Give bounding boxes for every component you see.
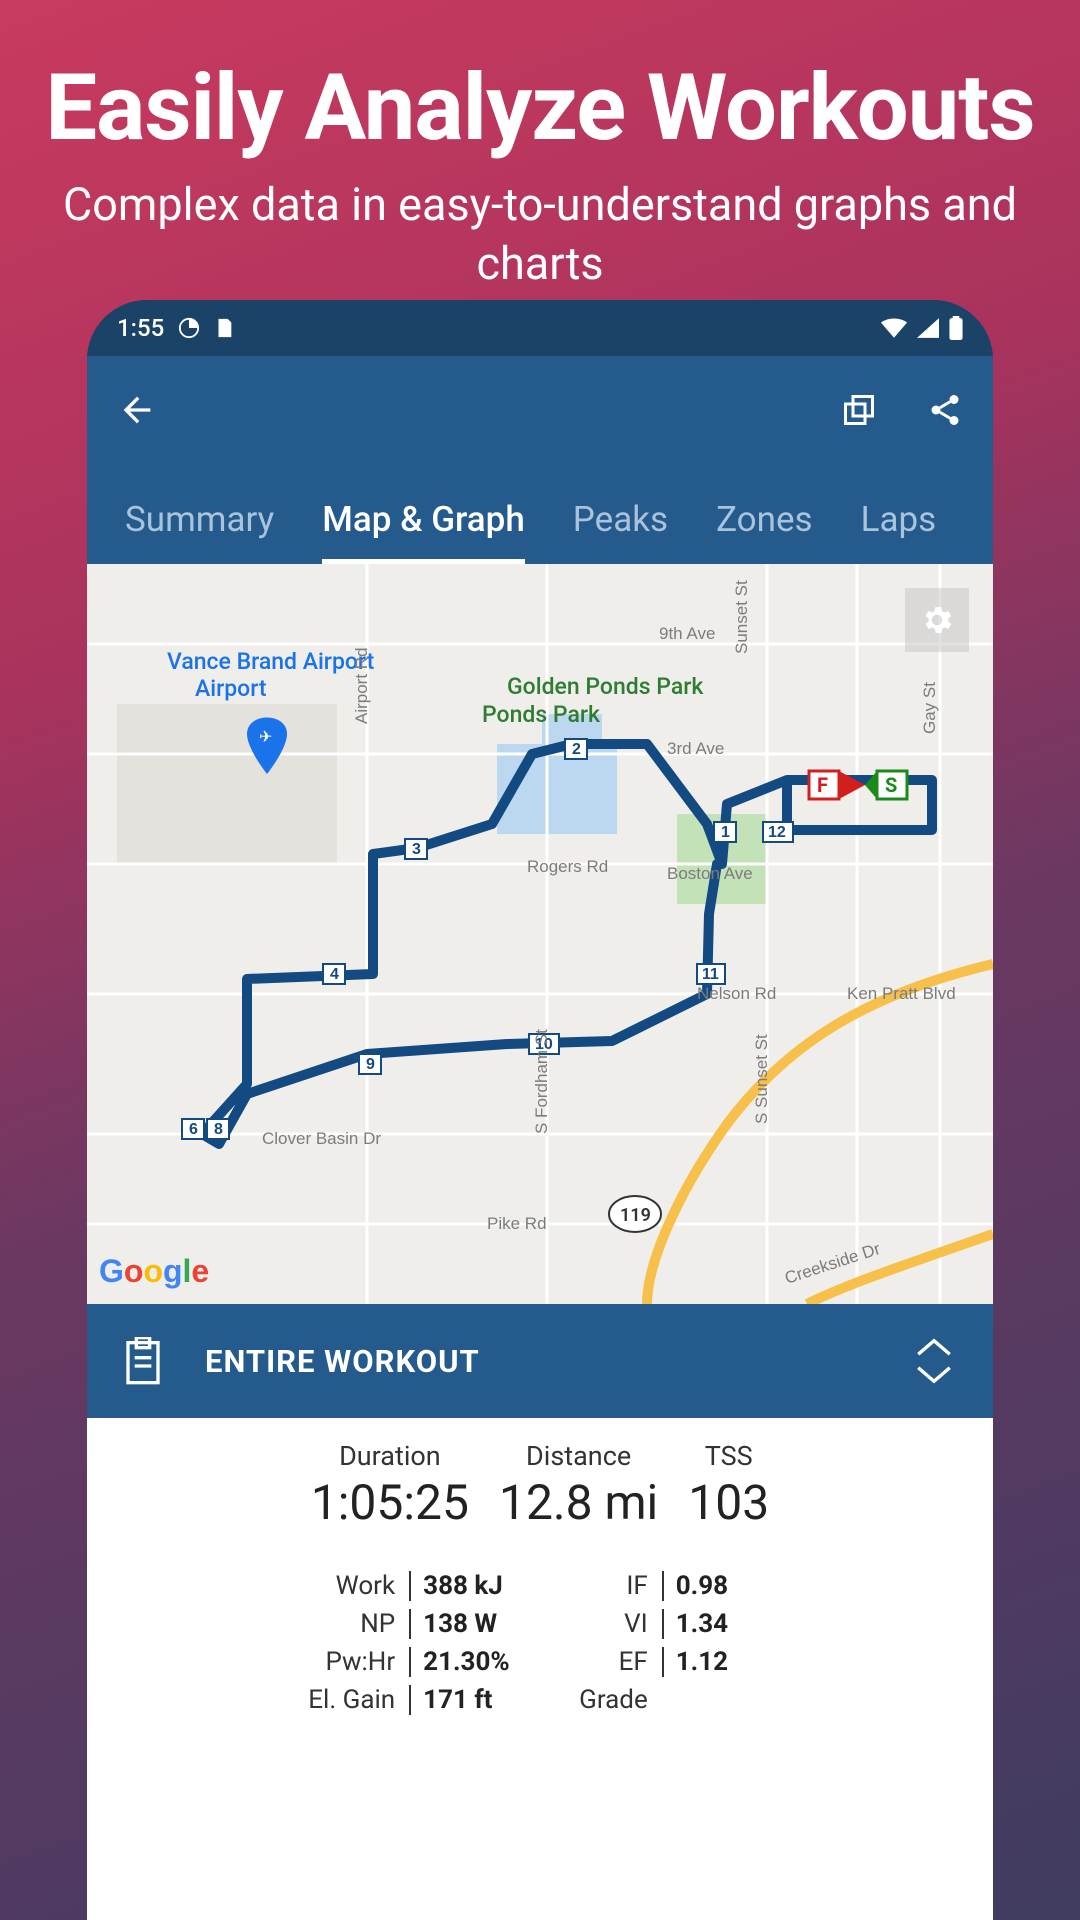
expand-toggle-icon[interactable] <box>911 1334 957 1388</box>
waypoint-4: 4 <box>330 966 339 983</box>
svg-text:Ken Pratt Blvd: Ken Pratt Blvd <box>847 984 956 1003</box>
wifi-icon <box>881 318 907 338</box>
svg-text:119: 119 <box>620 1205 651 1226</box>
svg-text:Gay St: Gay St <box>920 682 939 734</box>
status-bar: 1:55 <box>87 300 993 356</box>
promo-title: Easily Analyze Workouts <box>45 55 1034 162</box>
svg-text:Rogers Rd: Rogers Rd <box>527 857 608 876</box>
tab-summary[interactable]: Summary <box>101 499 298 564</box>
tab-zones[interactable]: Zones <box>692 499 837 564</box>
svg-text:✈: ✈ <box>259 727 272 746</box>
svg-text:9th Ave: 9th Ave <box>659 624 715 643</box>
waypoint-8: 8 <box>214 1121 223 1138</box>
metric-distance: Distance 12.8 mi <box>499 1440 658 1531</box>
back-button[interactable] <box>117 390 157 430</box>
metric-tss: TSS 103 <box>688 1440 769 1531</box>
battery-icon <box>949 316 963 340</box>
svg-text:S Sunset St: S Sunset St <box>752 1034 771 1124</box>
promo-subtitle: Complex data in easy-to-understand graph… <box>60 176 1020 293</box>
svg-text:S Fordham St: S Fordham St <box>532 1029 551 1134</box>
svg-text:F: F <box>817 773 828 797</box>
metric-duration: Duration 1:05:25 <box>311 1440 469 1531</box>
svg-text:S: S <box>885 773 897 797</box>
gear-icon <box>919 602 955 638</box>
signal-icon <box>917 318 939 338</box>
svg-text:Sunset St: Sunset St <box>732 580 751 654</box>
share-button[interactable] <box>927 392 963 428</box>
phone-frame: 1:55 <box>87 300 993 1920</box>
status-sd-icon <box>214 317 234 339</box>
airport-area <box>117 704 337 864</box>
waypoint-12: 12 <box>768 824 786 841</box>
svg-text:3rd Ave: 3rd Ave <box>667 739 724 758</box>
copy-button[interactable] <box>841 392 877 428</box>
status-time: 1:55 <box>117 314 164 342</box>
metric-col-left: Work388 kJ NP138 W Pw:Hr21.30% El. Gain1… <box>308 1571 519 1715</box>
app-bar <box>87 356 993 464</box>
svg-text:Airport: Airport <box>195 675 267 702</box>
airport-label: Vance Brand Airport <box>167 648 375 675</box>
status-sync-icon <box>178 317 200 339</box>
hwy-shield: 119 <box>609 1196 661 1232</box>
tab-laps[interactable]: Laps <box>837 499 961 564</box>
section-title: ENTIRE WORKOUT <box>205 1343 480 1380</box>
tab-peaks[interactable]: Peaks <box>549 499 692 564</box>
svg-text:Nelson Rd: Nelson Rd <box>697 984 776 1003</box>
workout-section-bar[interactable]: ENTIRE WORKOUT <box>87 1304 993 1418</box>
waypoint-6: 6 <box>189 1121 198 1138</box>
tabs: Summary Map & Graph Peaks Zones Laps <box>87 464 993 564</box>
park-label: Golden Ponds Park <box>507 673 704 700</box>
svg-text:Ponds Park: Ponds Park <box>482 701 601 728</box>
svg-text:Pike Rd: Pike Rd <box>487 1214 547 1233</box>
metrics-panel: Duration 1:05:25 Distance 12.8 mi TSS 10… <box>87 1418 993 1920</box>
waypoint-2: 2 <box>572 741 581 758</box>
waypoint-9: 9 <box>366 1056 375 1073</box>
svg-text:Boston Ave: Boston Ave <box>667 864 753 883</box>
google-logo: Google <box>99 1253 209 1290</box>
tab-map-graph[interactable]: Map & Graph <box>298 499 549 564</box>
svg-text:Clover Basin Dr: Clover Basin Dr <box>262 1129 381 1148</box>
waypoint-1: 1 <box>721 824 730 841</box>
clipboard-icon <box>123 1337 163 1385</box>
map-settings-button[interactable] <box>905 588 969 652</box>
waypoint-11: 11 <box>702 966 719 983</box>
metric-col-right: IF0.98 VI1.34 EF1.12 Grade <box>579 1571 772 1715</box>
waypoint-3: 3 <box>412 841 421 858</box>
svg-text:Airport Rd: Airport Rd <box>352 647 371 724</box>
map-view[interactable]: 1 2 3 4 6 8 9 10 11 12 F S ✈ <box>87 564 993 1304</box>
